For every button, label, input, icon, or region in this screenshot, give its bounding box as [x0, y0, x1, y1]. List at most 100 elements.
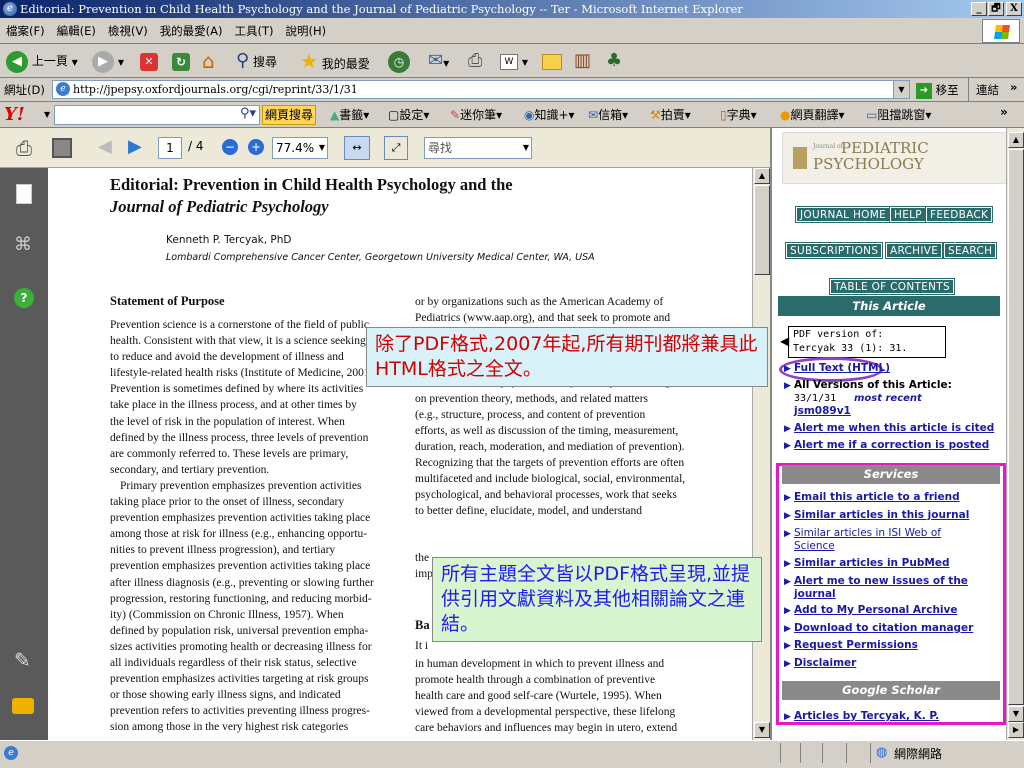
edit-button[interactable]: W ▼ — [500, 49, 528, 73]
bookmarks-label: 書籤 — [339, 108, 364, 122]
request-permissions-link[interactable]: Request Permissions — [794, 639, 918, 652]
next-page-icon[interactable]: ▶ — [128, 136, 142, 157]
disclaimer-link[interactable]: Disclaimer — [794, 657, 856, 670]
arrow-icon: ▶ — [784, 559, 791, 569]
scroll-up-icon[interactable]: ▲ — [754, 168, 770, 184]
minipen-menu[interactable]: ✎迷你筆▾ — [450, 105, 502, 125]
similar-isi-link[interactable]: Similar articles in ISI Web of Science — [794, 527, 964, 553]
printer-icon[interactable]: ⎙ — [16, 136, 32, 160]
auction-menu[interactable]: ⚒拍賣▾ — [650, 105, 691, 125]
chevron-right-icon[interactable]: » — [1010, 80, 1017, 94]
similar-pubmed-link[interactable]: Similar articles in PubMed — [794, 557, 949, 570]
citation-manager-link[interactable]: Download to citation manager — [794, 622, 973, 635]
page-scrollbar[interactable]: ▲ ▼ ▶ — [1006, 128, 1024, 740]
pdf-scrollbar[interactable]: ▲ ▼ — [752, 168, 770, 740]
journal-logo[interactable]: Journal of PEDIATRIC PSYCHOLOGY — [782, 132, 1008, 184]
address-dropdown-icon[interactable]: ▼ — [893, 81, 909, 98]
translate-menu[interactable]: ●網頁翻譯▾ — [780, 105, 845, 125]
save-icon[interactable] — [52, 138, 72, 158]
fit-page-icon[interactable]: ⤢ — [384, 136, 408, 160]
jsm-version-link[interactable]: jsm089v1 — [794, 405, 851, 418]
dictionary-icon: ▯ — [720, 108, 727, 122]
minimize-button[interactable]: _ — [971, 2, 987, 16]
word-icon: W — [500, 53, 518, 70]
find-placeholder: 尋找 — [428, 141, 453, 155]
chevron-right-icon[interactable]: » — [1000, 105, 1008, 119]
popup-blocker-menu[interactable]: ▭阻擋跳窗▾ — [866, 105, 931, 125]
menu-file[interactable]: 檔案(F) — [0, 18, 51, 44]
mail-menu[interactable]: ✉信箱▾ — [588, 105, 628, 125]
journal-home-button[interactable]: JOURNAL HOME — [794, 206, 892, 223]
yahoo-search-button[interactable]: 網頁搜尋 — [262, 105, 316, 125]
settings-menu[interactable]: ▢設定▾ — [388, 105, 429, 125]
forward-button[interactable]: ▶ ▼ — [92, 49, 124, 73]
auction-icon: ⚒ — [650, 108, 661, 122]
back-button[interactable]: ◀ 上一頁 ▼ — [6, 49, 78, 73]
mail-button[interactable]: ✉▼ — [428, 49, 449, 73]
help-icon[interactable]: ? — [14, 288, 34, 308]
links-label[interactable]: 連結 — [976, 82, 999, 98]
menu-help[interactable]: 說明(H) — [280, 18, 333, 44]
window-titlebar: e Editorial: Prevention in Child Health … — [0, 0, 1024, 18]
home-button[interactable]: ⌂ — [202, 49, 215, 73]
page-scroll-thumb[interactable] — [1008, 149, 1024, 705]
zoom-out-icon[interactable]: − — [222, 139, 238, 155]
alert-correction-link[interactable]: Alert me if a correction is posted — [794, 439, 989, 452]
personal-archive-link[interactable]: Add to My Personal Archive — [794, 604, 958, 617]
menu-favorites[interactable]: 我的最愛(A) — [154, 18, 229, 44]
comments-icon[interactable] — [12, 698, 34, 714]
messenger-button[interactable]: ♣ — [606, 49, 622, 73]
menu-edit[interactable]: 編輯(E) — [51, 18, 102, 44]
pdf-scroll-thumb[interactable] — [754, 185, 770, 275]
dictionary-menu[interactable]: ▯字典▾ — [720, 105, 757, 125]
alert-cited-link[interactable]: Alert me when this article is cited — [794, 422, 994, 435]
feedback-button[interactable]: FEEDBACK — [924, 206, 994, 223]
binoculars-icon[interactable]: ⌘ — [14, 234, 32, 255]
scroll-down-icon[interactable]: ▼ — [754, 722, 770, 738]
full-text-html-link[interactable]: Full Text (HTML) — [794, 362, 890, 375]
yahoo-search-input[interactable]: ⚲▾ — [54, 105, 260, 125]
left-line: to reduce and avoid the development of i… — [110, 351, 344, 364]
find-input[interactable]: 尋找 ▼ — [424, 137, 532, 159]
subscriptions-button[interactable]: SUBSCRIPTIONS — [784, 242, 884, 259]
pages-icon[interactable] — [16, 184, 32, 204]
email-article-link[interactable]: Email this article to a friend — [794, 491, 960, 504]
close-button[interactable]: X — [1006, 2, 1022, 16]
status-bar: e ◍ 網際網路 — [0, 740, 1024, 768]
similar-journal-link[interactable]: Similar articles in this journal — [794, 509, 969, 522]
help-button[interactable]: HELP — [889, 206, 927, 223]
maximize-button[interactable]: 🗗 — [988, 2, 1004, 16]
scroll-up-icon[interactable]: ▲ — [1008, 132, 1024, 148]
zoom-in-icon[interactable]: + — [248, 139, 264, 155]
left-line: defined by population risk, universal pr… — [110, 624, 369, 637]
articles-by-author-link[interactable]: Articles by Tercyak, K. P. — [794, 710, 939, 723]
print-button[interactable]: ⎙ — [468, 49, 482, 73]
refresh-button[interactable]: ↻ — [172, 49, 190, 73]
knowledge-menu[interactable]: ◉知識+▾ — [524, 105, 575, 125]
research-button[interactable]: ▥ — [574, 49, 591, 73]
yahoo-logo[interactable]: Y! — [4, 105, 25, 125]
scroll-down-icon[interactable]: ▼ — [1008, 706, 1024, 722]
menu-view[interactable]: 檢視(V) — [102, 18, 154, 44]
left-column: Prevention science is a cornerstone of t… — [110, 317, 386, 735]
archive-button[interactable]: ARCHIVE — [884, 242, 944, 259]
search-button[interactable]: SEARCH — [942, 242, 998, 259]
address-input[interactable]: e http://jpepsy.oxfordjournals.org/cgi/r… — [52, 80, 910, 99]
menu-tools[interactable]: 工具(T) — [229, 18, 280, 44]
scroll-right-icon[interactable]: ▶ — [1008, 722, 1024, 738]
search-button[interactable]: ⚲ 搜尋 — [236, 49, 277, 73]
paperclip-icon[interactable]: ✎ — [14, 648, 31, 672]
folder-button[interactable] — [542, 49, 562, 73]
zoom-select[interactable]: 77.4% ▼ — [272, 137, 328, 159]
page-number-input[interactable]: 1 — [158, 137, 182, 159]
stop-button[interactable]: ✕ — [140, 49, 158, 73]
alert-new-issues-link[interactable]: Alert me to new issues of the journal — [794, 575, 974, 601]
bookmarks-menu[interactable]: ▲書籤▾ — [330, 105, 369, 125]
history-button[interactable]: ◷ — [388, 49, 410, 73]
favorites-button[interactable]: ★ 我的最愛 — [300, 49, 370, 73]
table-of-contents-button[interactable]: TABLE OF CONTENTS — [829, 278, 955, 295]
go-button[interactable]: ➔ 移至 — [916, 81, 959, 99]
prev-page-icon[interactable]: ◀ — [98, 136, 112, 157]
fit-width-icon[interactable]: ↔ — [344, 136, 370, 160]
left-line: lifestyle-related health risks (Institut… — [110, 367, 377, 380]
